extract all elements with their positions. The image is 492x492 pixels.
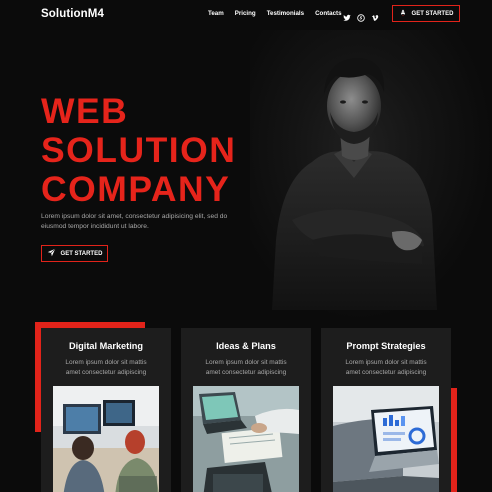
send-icon <box>47 248 56 259</box>
rocket-icon <box>399 9 407 19</box>
headline-line-3: COMPANY <box>41 169 231 209</box>
headline-line-1: WEB <box>41 91 129 131</box>
card-description: Lorem ipsum dolor sit mattis amet consec… <box>65 359 147 376</box>
card-title: Digital Marketing <box>68 341 144 351</box>
card-title: Prompt Strategies <box>346 341 426 351</box>
nav-cta-label: GET STARTED <box>411 10 454 17</box>
service-card-digital-marketing[interactable]: Digital Marketing Lorem ipsum dolor sit … <box>41 328 171 492</box>
twitter-icon[interactable] <box>343 9 351 21</box>
hero-headline: WEB SOLUTION COMPANY <box>41 92 236 209</box>
card-image-office-workers <box>53 386 159 492</box>
nav-link-pricing[interactable]: Pricing <box>235 10 256 17</box>
vimeo-icon[interactable] <box>371 9 379 21</box>
service-card-prompt-strategies[interactable]: Prompt Strategies Lorem ipsum dolor sit … <box>321 328 451 492</box>
card-description: Lorem ipsum dolor sit mattis amet consec… <box>345 359 427 376</box>
nav-link-testimonials[interactable]: Testimonials <box>267 10 304 17</box>
skype-icon[interactable] <box>357 9 365 22</box>
card-description: Lorem ipsum dolor sit mattis amet consec… <box>205 359 287 376</box>
nav-get-started-button[interactable]: GET STARTED <box>392 5 460 22</box>
card-title: Ideas & Plans <box>216 341 276 351</box>
hero-description: Lorem ipsum dolor sit amet, consectetur … <box>41 213 228 230</box>
service-card-ideas-plans[interactable]: Ideas & Plans Lorem ipsum dolor sit matt… <box>181 328 311 492</box>
main-menu: Team Pricing Testimonials Contacts <box>208 10 353 17</box>
top-nav: SolutionM4 Team Pricing Testimonials Con… <box>0 0 492 30</box>
hero-cta-label: GET STARTED <box>60 250 103 257</box>
nav-link-team[interactable]: Team <box>208 10 224 17</box>
hero-get-started-button[interactable]: GET STARTED <box>41 245 108 262</box>
card-image-laptop-analytics <box>333 386 439 492</box>
brand-logo[interactable]: SolutionM4 <box>41 8 104 20</box>
headline-line-2: SOLUTION <box>41 130 237 170</box>
hero-portrait <box>272 50 437 310</box>
social-links <box>343 9 379 22</box>
card-image-meeting-desk <box>193 386 299 492</box>
nav-link-contacts[interactable]: Contacts <box>315 10 341 17</box>
